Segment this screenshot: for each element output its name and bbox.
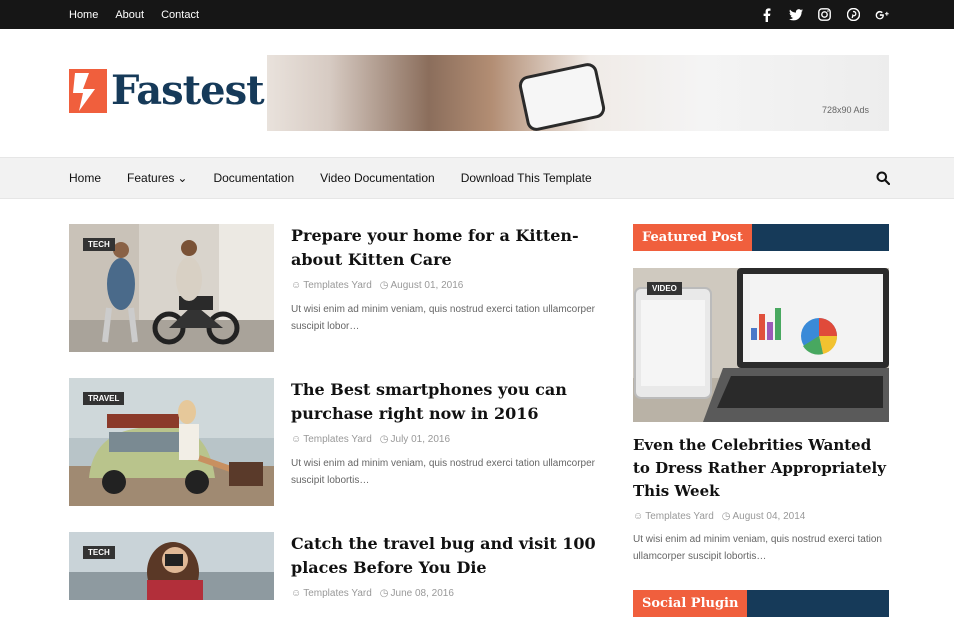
post-date-text: August 01, 2016 <box>390 280 464 291</box>
post-date-text: August 04, 2014 <box>732 511 806 522</box>
top-link-about[interactable]: About <box>115 9 144 21</box>
user-icon: ☺ <box>291 434 302 445</box>
category-badge[interactable]: TRAVEL <box>83 392 125 405</box>
ad-size-label: 728x90 Ads <box>821 105 869 115</box>
clock-icon: ◷ <box>379 434 389 445</box>
post-author[interactable]: ☺ Templates Yard <box>633 511 714 522</box>
main-nav: Home Features ⌄ Documentation Video Docum… <box>0 157 954 199</box>
post-author-name: Templates Yard <box>303 280 372 291</box>
clock-icon: ◷ <box>379 280 389 291</box>
social-icons <box>759 0 890 29</box>
post-date: ◷ August 04, 2014 <box>722 511 806 522</box>
post-author-name: Templates Yard <box>303 588 372 599</box>
ad-phone-image <box>517 61 607 131</box>
nav-items: Home Features ⌄ Documentation Video Docum… <box>69 158 592 198</box>
header-ad-banner[interactable]: 728x90 Ads <box>267 55 889 131</box>
user-icon: ☺ <box>291 588 302 599</box>
social-plugin-heading-label: Social Plugin <box>633 590 748 617</box>
post-meta: ☺ Templates Yard ◷ August 01, 2016 <box>291 280 463 291</box>
post-author[interactable]: ☺ Templates Yard <box>291 280 372 291</box>
nav-item-download[interactable]: Download This Template <box>461 171 592 185</box>
twitter-icon[interactable] <box>788 7 803 22</box>
nav-item-documentation[interactable]: Documentation <box>213 171 294 185</box>
chevron-down-icon: ⌄ <box>177 171 188 185</box>
nav-item-video-documentation[interactable]: Video Documentation <box>320 171 435 185</box>
post-date: ◷ June 08, 2016 <box>380 588 454 599</box>
post-snippet: Ut wisi enim ad minim veniam, quis nostr… <box>291 458 596 486</box>
search-icon[interactable] <box>876 171 891 186</box>
nav-item-features[interactable]: Features ⌄ <box>127 171 187 185</box>
post-author[interactable]: ☺ Templates Yard <box>291 434 372 445</box>
post-meta: ☺ Templates Yard ◷ June 08, 2016 <box>291 588 454 599</box>
top-bar: Home About Contact <box>0 0 954 29</box>
post-title[interactable]: Prepare your home for a Kitten-about Kit… <box>291 224 611 272</box>
top-link-home[interactable]: Home <box>69 9 98 21</box>
user-icon: ☺ <box>633 511 644 522</box>
facebook-icon[interactable] <box>759 7 774 22</box>
site-logo[interactable]: Fastest <box>69 67 265 114</box>
featured-post-heading-label: Featured Post <box>633 224 752 251</box>
post-snippet: Ut wisi enim ad minim veniam, quis nostr… <box>291 304 596 332</box>
category-badge[interactable]: VIDEO <box>647 282 682 295</box>
instagram-icon[interactable] <box>817 7 832 22</box>
logo-mark-icon <box>69 69 107 113</box>
featured-post-snippet: Ut wisi enim ad minim veniam, quis nostr… <box>633 534 882 562</box>
post-title[interactable]: The Best smartphones you can purchase ri… <box>291 378 611 426</box>
post-thumbnail[interactable]: TECH <box>69 532 274 600</box>
post-thumbnail[interactable]: TRAVEL <box>69 378 274 506</box>
post-date: ◷ July 01, 2016 <box>380 434 450 445</box>
featured-post-title[interactable]: Even the Celebrities Wanted to Dress Rat… <box>633 434 889 503</box>
category-badge[interactable]: TECH <box>83 238 115 251</box>
post-author[interactable]: ☺ Templates Yard <box>291 588 372 599</box>
social-plugin-heading: Social Plugin <box>633 590 889 617</box>
post-thumbnail[interactable]: TECH <box>69 224 274 352</box>
post-author-name: Templates Yard <box>645 511 714 522</box>
featured-post-image[interactable]: VIDEO <box>633 268 889 422</box>
top-links: Home About Contact <box>69 0 199 29</box>
clock-icon: ◷ <box>379 588 389 599</box>
user-icon: ☺ <box>291 280 302 291</box>
google-plus-icon[interactable] <box>875 7 890 22</box>
post-date: ◷ August 01, 2016 <box>380 280 464 291</box>
post-item: TECH Prepare your home for a Kitten-abou… <box>69 224 609 352</box>
post-meta: ☺ Templates Yard ◷ July 01, 2016 <box>291 434 450 445</box>
nav-item-home[interactable]: Home <box>69 171 101 185</box>
top-link-contact[interactable]: Contact <box>161 9 199 21</box>
clock-icon: ◷ <box>721 511 731 522</box>
post-author-name: Templates Yard <box>303 434 372 445</box>
post-title[interactable]: Catch the travel bug and visit 100 place… <box>291 532 611 580</box>
featured-post-heading: Featured Post <box>633 224 889 251</box>
post-date-text: June 08, 2016 <box>390 588 454 599</box>
featured-post-meta: ☺ Templates Yard ◷ August 04, 2014 <box>633 511 805 522</box>
nav-item-features-label: Features <box>127 171 175 185</box>
post-item: TRAVEL The Best smartphones you can purc… <box>69 378 609 506</box>
pinterest-icon[interactable] <box>846 7 861 22</box>
post-date-text: July 01, 2016 <box>390 434 451 445</box>
category-badge[interactable]: TECH <box>83 546 115 559</box>
post-item: TECH Catch the travel bug and visit 100 … <box>69 532 609 600</box>
logo-text: Fastest <box>111 67 265 114</box>
